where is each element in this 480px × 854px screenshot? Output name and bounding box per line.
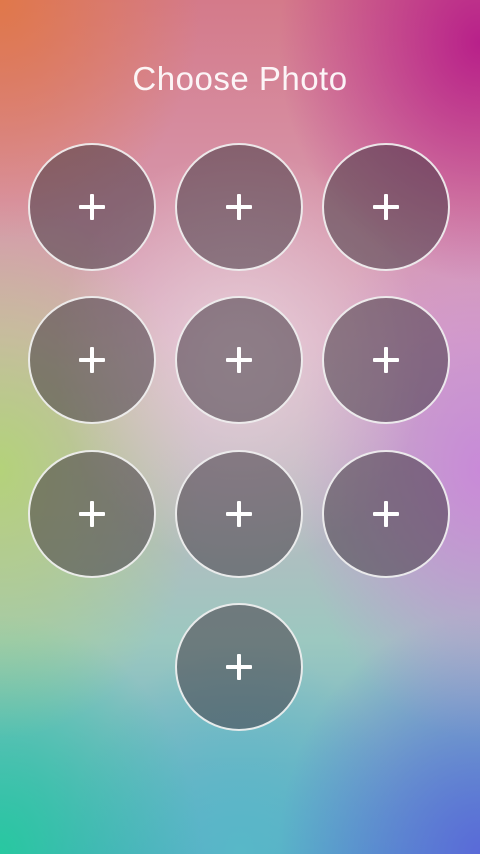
photo-slot-5[interactable] [175, 296, 303, 424]
plus-icon [79, 194, 105, 220]
plus-icon [226, 194, 252, 220]
photo-slot-8[interactable] [175, 450, 303, 578]
plus-icon [373, 194, 399, 220]
photo-slot-7[interactable] [28, 450, 156, 578]
photo-slot-10[interactable] [175, 603, 303, 731]
photo-slot-9[interactable] [322, 450, 450, 578]
plus-icon [226, 501, 252, 527]
plus-icon [373, 347, 399, 373]
plus-icon [226, 654, 252, 680]
plus-icon [226, 347, 252, 373]
photo-slot-2[interactable] [175, 143, 303, 271]
photo-slot-4[interactable] [28, 296, 156, 424]
plus-icon [79, 347, 105, 373]
page-title: Choose Photo [132, 60, 348, 97]
photo-slot-6[interactable] [322, 296, 450, 424]
photo-slot-1[interactable] [28, 143, 156, 271]
plus-icon [79, 501, 105, 527]
plus-icon [373, 501, 399, 527]
photo-slot-3[interactable] [322, 143, 450, 271]
